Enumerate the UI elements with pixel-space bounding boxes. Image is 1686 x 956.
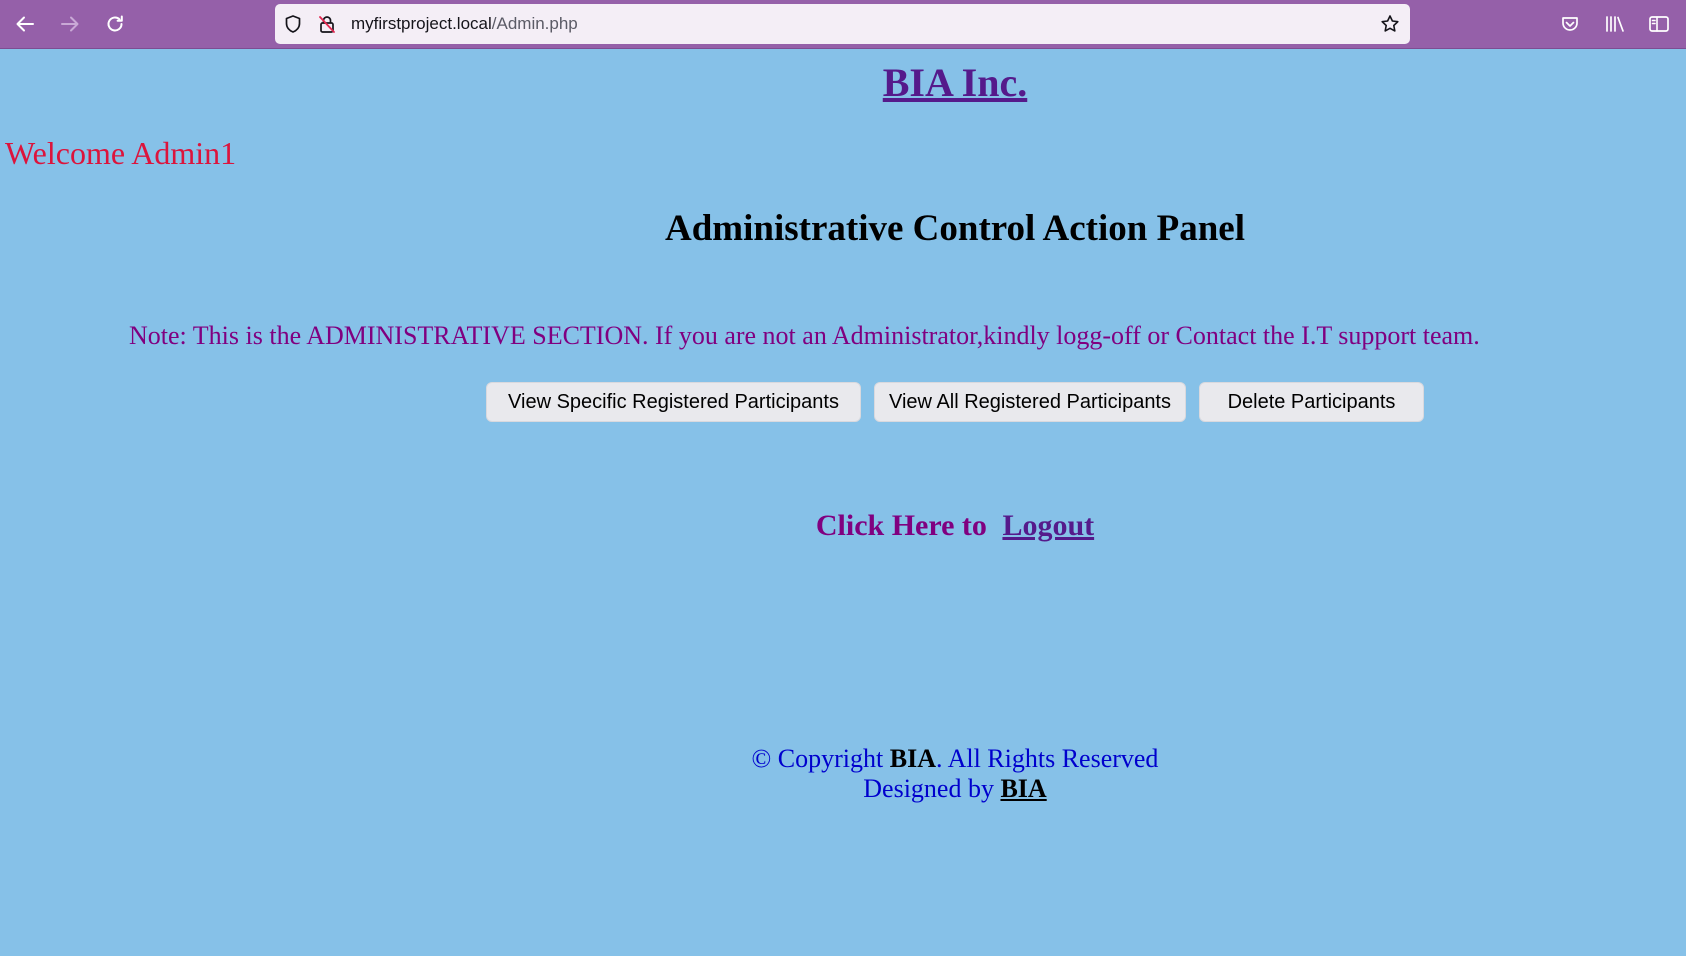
insecure-lock-icon[interactable]	[317, 14, 337, 34]
back-button[interactable]	[10, 9, 40, 39]
delete-participants-button[interactable]: Delete Participants	[1199, 382, 1424, 422]
designer-link[interactable]: BIA	[1000, 774, 1046, 803]
pocket-icon[interactable]	[1558, 12, 1582, 36]
copyright-brand: BIA	[889, 744, 936, 773]
reload-icon	[104, 13, 126, 35]
bookmark-star-icon[interactable]	[1380, 14, 1400, 34]
brand-link[interactable]: BIA Inc.	[0, 59, 1686, 106]
copyright-line: © Copyright BIA. All Rights Reserved	[0, 744, 1686, 774]
shield-icon[interactable]	[283, 14, 303, 34]
view-specific-participants-button[interactable]: View Specific Registered Participants	[486, 382, 861, 422]
logout-link[interactable]: Logout	[1002, 509, 1094, 542]
forward-arrow-icon	[59, 13, 81, 35]
url-host: myfirstproject.local	[351, 14, 492, 33]
copyright-prefix: © Copyright	[751, 744, 884, 773]
logout-prefix: Click Here to	[815, 509, 987, 542]
back-arrow-icon	[14, 13, 36, 35]
sidebar-icon[interactable]	[1647, 12, 1671, 36]
url-path: /Admin.php	[491, 14, 578, 33]
copyright-suffix: . All Rights Reserved	[936, 744, 1159, 773]
designed-prefix: Designed by	[863, 774, 994, 803]
view-all-participants-button[interactable]: View All Registered Participants	[874, 382, 1186, 422]
url-bar[interactable]: myfirstproject.local/Admin.php	[275, 4, 1410, 44]
footer: © Copyright BIA. All Rights Reserved Des…	[0, 744, 1686, 804]
forward-button[interactable]	[55, 9, 85, 39]
admin-note: Note: This is the ADMINISTRATIVE SECTION…	[129, 321, 1480, 350]
library-icon[interactable]	[1603, 12, 1627, 36]
logout-prompt: Click Here to Logout	[0, 509, 1686, 543]
browser-toolbar: myfirstproject.local/Admin.php	[0, 0, 1686, 49]
url-text[interactable]: myfirstproject.local/Admin.php	[351, 4, 578, 44]
welcome-message: Welcome Admin1	[5, 135, 237, 171]
page-title: Administrative Control Action Panel	[665, 208, 1245, 249]
designed-by-line: Designed by BIA	[0, 774, 1686, 804]
page-content: BIA Inc. Welcome Admin1 Administrative C…	[0, 49, 1686, 956]
reload-button[interactable]	[100, 9, 130, 39]
